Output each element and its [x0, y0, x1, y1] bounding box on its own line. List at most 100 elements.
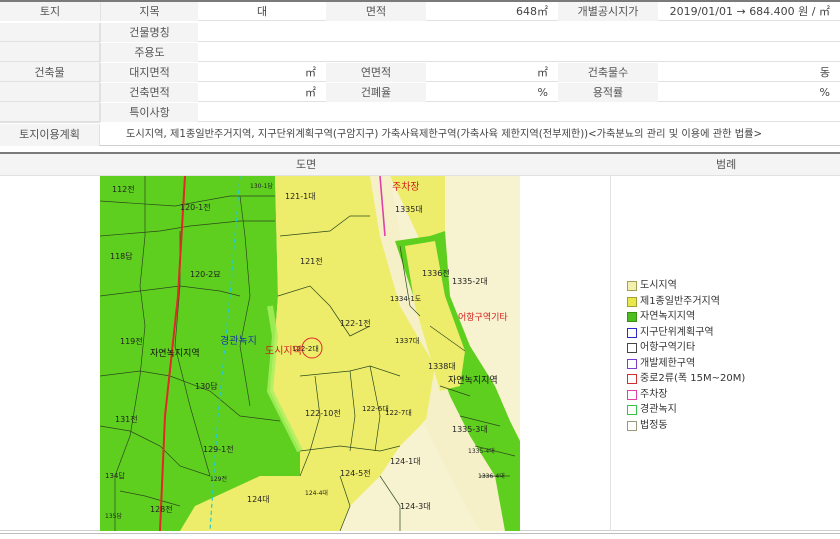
main-use-row: 주용도 — [0, 43, 840, 62]
legend-label: 법정동 — [640, 419, 668, 431]
legend-label: 주차장 — [640, 388, 668, 400]
floor-area-unit: ㎡ — [537, 66, 548, 79]
legend-swatch-icon — [627, 389, 637, 400]
price-label: 개별공시지가 — [558, 2, 658, 21]
legend-swatch-icon — [627, 358, 637, 369]
legend-label: 제1종일반주거지역 — [640, 295, 720, 307]
legend-label: 자연녹지지역 — [640, 311, 696, 322]
parcel-label: 118답 — [110, 252, 133, 261]
legend-label: 개발제한구역 — [640, 357, 696, 369]
parcel-label: 124-3대 — [400, 502, 431, 511]
zone-label-nature-green-right: 자연녹지지역 — [448, 376, 498, 386]
legend-item-fishing-other: 어항구역기타 — [627, 340, 807, 356]
site-area-row: 대지면적 ㎡ 연면적 ㎡ 건축물수 동 — [0, 63, 840, 82]
parcel-label: 124-5전 — [340, 469, 371, 478]
parcel-label: 134답 — [105, 472, 125, 480]
zone-label-landscape-green: 경관녹지 — [220, 336, 257, 347]
parcel-label: 129전 — [210, 476, 227, 483]
far-label: 용적률 — [558, 83, 658, 102]
parcel-label: 1338대 — [428, 362, 456, 371]
price-value: 2019/01/01 → 684.400 원 / ㎡ — [669, 5, 830, 18]
parcel-label: 135답 — [105, 513, 122, 520]
building-count-label: 건축물수 — [558, 63, 658, 82]
legend-item-district-plan: 지구단위계획구역 — [627, 325, 807, 341]
legend-label: 중로2류(폭 15M~20M) — [640, 373, 746, 384]
legend-swatch-icon — [627, 296, 637, 307]
jimok-value: 대 — [256, 5, 268, 18]
legend-label: 지구단위계획구역 — [640, 326, 714, 338]
site-area-label: 대지면적 — [100, 63, 198, 82]
legend-item-urban: 도시지역 — [627, 278, 807, 294]
jimok-label: 지목 — [100, 2, 198, 21]
legend-item-nature-green: 자연녹지지역 — [627, 309, 807, 325]
area-value: 648㎡ — [516, 5, 548, 18]
legend-label: 도시지역 — [640, 280, 677, 291]
parcel-label: 120-2묘 — [190, 270, 221, 279]
zone-label-fishing-other: 어항구역기타 — [458, 313, 508, 323]
legend-swatch-icon — [627, 281, 637, 291]
legend-item-development-restricted: 개발제한구역 — [627, 356, 807, 372]
bottom-rule — [0, 533, 840, 534]
parcel-label: 128전 — [150, 505, 173, 514]
parcel-label: 1335-4대 — [468, 448, 495, 455]
parcel-label: 130답 — [195, 382, 218, 391]
legend-item-legal-dong: 법정동 — [627, 418, 807, 434]
legend-swatch-icon — [627, 405, 637, 415]
building-area-unit: ㎡ — [305, 86, 316, 99]
parcel-label: 120-1전 — [180, 203, 211, 212]
parcel-label: 1336전 — [422, 269, 450, 278]
parcel-label: 121전 — [300, 257, 323, 266]
parcel-label: 1335-3대 — [452, 425, 488, 434]
legend-swatch-icon — [627, 312, 637, 322]
notes-label: 특이사항 — [100, 103, 198, 122]
legend-label: 어항구역기타 — [640, 342, 696, 353]
parcel-label: 112전 — [112, 185, 135, 194]
parcel-label: 124-1대 — [390, 457, 421, 466]
parcel-labels: 112전 120-1전 130-1답 121-1대 1335대 118답 120… — [100, 176, 520, 531]
zone-label-nature-green-left: 자연녹지지역 — [150, 349, 200, 359]
legend-label: 경관녹지 — [640, 404, 677, 415]
landuse-label: 토지이용계획 — [0, 124, 100, 146]
parcel-label: 1335-2대 — [452, 277, 488, 286]
building-name-row: 건물명칭 — [0, 23, 840, 42]
area-label: 면적 — [326, 2, 426, 21]
parcel-label: 1337대 — [395, 337, 420, 345]
parcel-label: 124-4대 — [305, 490, 328, 497]
parcel-label: 130-1답 — [250, 183, 273, 190]
far-unit: % — [819, 86, 830, 99]
parcel-label: 124대 — [247, 495, 270, 504]
coverage-unit: % — [537, 86, 548, 99]
legend-list: 도시지역 제1종일반주거지역 자연녹지지역 지구단위계획구역 어항구역기타 개발… — [627, 278, 807, 433]
legend-item-landscape-green: 경관녹지 — [627, 402, 807, 418]
building-area-row: 건축면적 ㎡ 건폐율 % 용적률 % — [0, 83, 840, 102]
parcel-label: 119전 — [120, 337, 143, 346]
zone-label-parking: 주차장 — [392, 182, 420, 193]
legend-swatch-icon — [627, 374, 637, 384]
main-use-label: 주용도 — [100, 43, 198, 62]
site-area-unit: ㎡ — [305, 66, 316, 79]
notes-row: 특이사항 — [0, 103, 840, 122]
parcel-label: 1336-4대 — [478, 473, 505, 480]
landuse-row: 토지이용계획 도시지역, 제1종일반주거지역, 지구단위계획구역(구암지구) 가… — [0, 124, 840, 146]
parcel-label: 1335대 — [395, 205, 423, 214]
map-section: 112전 120-1전 130-1답 121-1대 1335대 118답 120… — [0, 176, 840, 531]
parcel-label: 121-1대 — [285, 192, 316, 201]
legend-header-title: 범례 — [716, 158, 737, 171]
legend-item-residential: 제1종일반주거지역 — [627, 294, 807, 310]
parcel-label: 129-1전 — [203, 445, 234, 454]
parcel-label: 1334-1도 — [390, 295, 422, 303]
legend-swatch-icon — [627, 343, 637, 353]
land-label: 토지 — [0, 2, 100, 21]
land-info-table: 토지 지목 대 면적 648㎡ 개별공시지가 2019/01/01 → 684.… — [0, 0, 840, 146]
map-header-title: 도면 — [296, 158, 317, 171]
cadastral-map[interactable]: 112전 120-1전 130-1답 121-1대 1335대 118답 120… — [100, 176, 520, 531]
legend-item-road: 중로2류(폭 15M~20M) — [627, 371, 807, 387]
legend-swatch-icon — [627, 327, 637, 338]
zone-label-urban: 도시지역 — [265, 346, 302, 357]
floor-area-label: 연면적 — [326, 63, 426, 82]
parcel-label: 122-10전 — [305, 409, 341, 418]
legend-item-parking: 주차장 — [627, 387, 807, 403]
building-name-label: 건물명칭 — [100, 23, 198, 42]
landuse-value: 도시지역, 제1종일반주거지역, 지구단위계획구역(구암지구) 가축사육제한구역… — [126, 129, 762, 140]
land-row: 토지 지목 대 면적 648㎡ 개별공시지가 2019/01/01 → 684.… — [0, 2, 840, 21]
